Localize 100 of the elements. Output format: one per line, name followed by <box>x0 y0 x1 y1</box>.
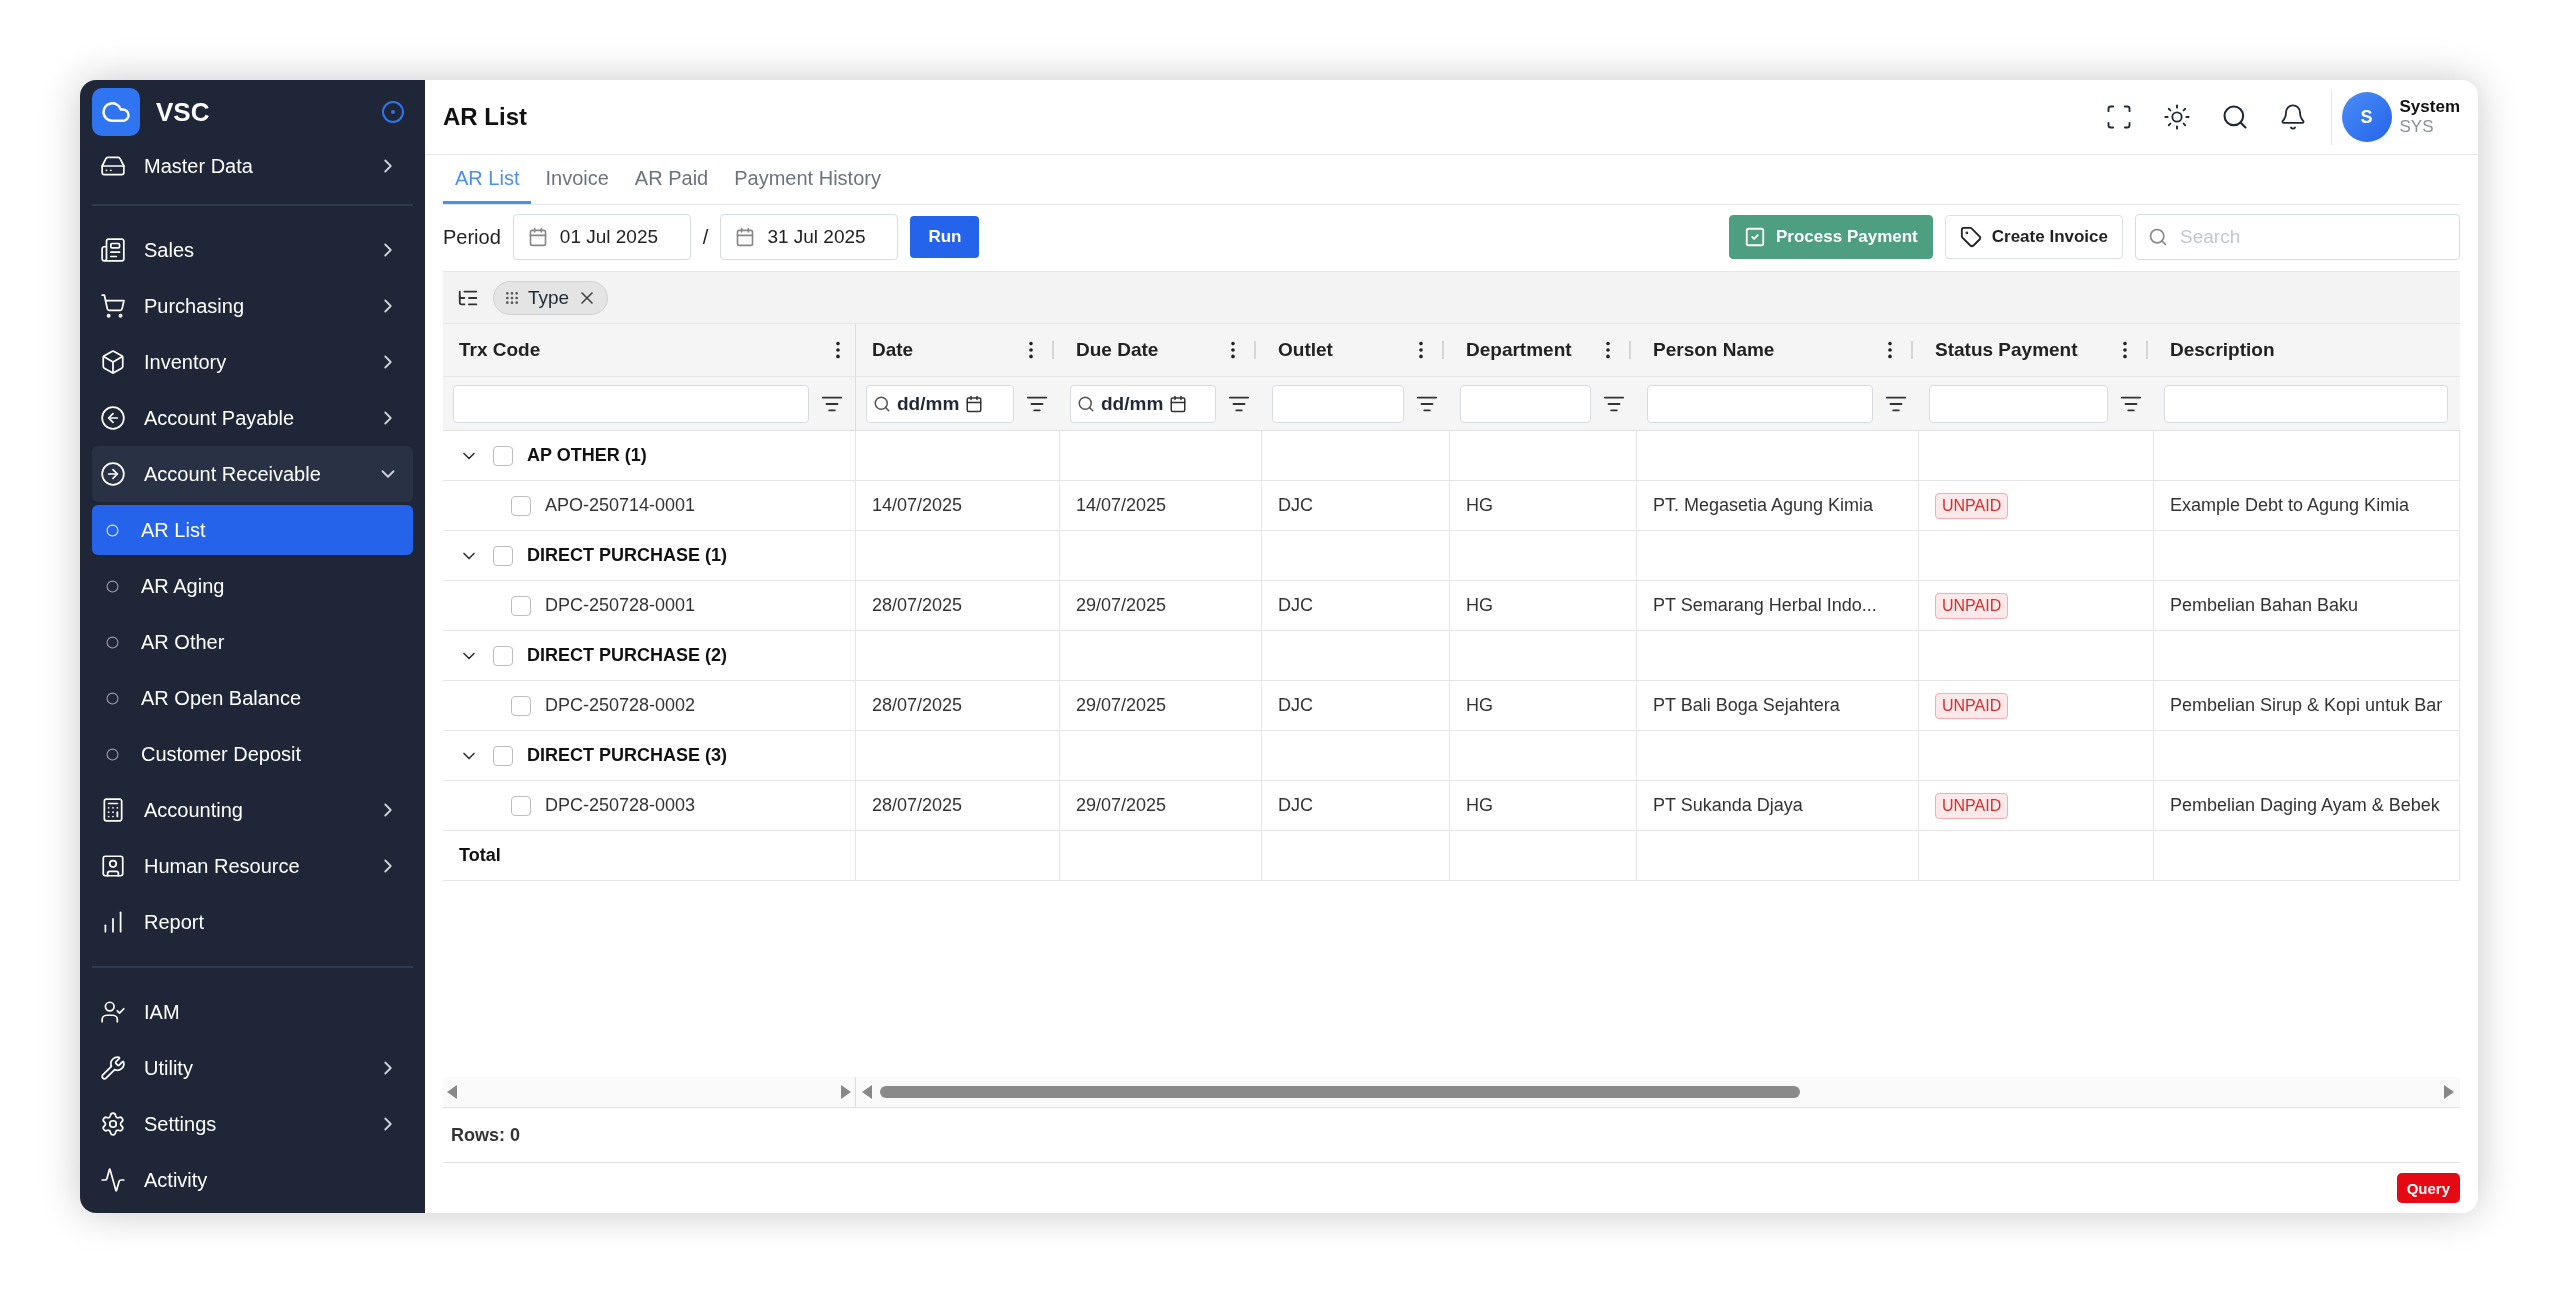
end-date-value: 31 Jul 2025 <box>767 226 866 248</box>
sidebar-subitem[interactable]: Customer Deposit <box>92 729 413 779</box>
column-header[interactable]: Person Name <box>1637 323 1919 376</box>
scroll-right-icon[interactable] <box>841 1085 851 1099</box>
sidebar-item[interactable]: Settings <box>92 1096 413 1152</box>
circle-icon <box>106 747 119 761</box>
box-icon <box>100 349 126 375</box>
table-cell: HG <box>1466 595 1493 616</box>
drive-icon <box>100 153 126 179</box>
run-button[interactable]: Run <box>910 216 980 258</box>
sidebar-item[interactable]: Activity <box>92 1152 413 1208</box>
calendar-icon[interactable] <box>1169 394 1188 413</box>
sidebar-subitem[interactable]: AR Aging <box>92 561 413 611</box>
column-header[interactable]: Status Payment <box>1919 323 2154 376</box>
user-card-icon <box>100 853 126 879</box>
table-cell: HG <box>1466 795 1493 816</box>
table-cell: Pembelian Sirup & Kopi untuk Bar <box>2170 695 2443 716</box>
user-name: System <box>2399 97 2460 117</box>
sidebar-item[interactable]: Purchasing <box>92 278 413 334</box>
group-label: AP OTHER (1) <box>527 445 647 466</box>
sidebar-toggle-icon[interactable] <box>381 100 405 124</box>
scrollbar-thumb[interactable] <box>880 1086 1800 1098</box>
checkbox[interactable] <box>511 695 531 716</box>
column-filter-field[interactable] <box>2164 384 2448 423</box>
calendar-icon <box>527 227 548 247</box>
tab[interactable]: Invoice <box>533 155 621 204</box>
search-icon[interactable] <box>2220 103 2249 131</box>
checkbox[interactable] <box>493 445 513 466</box>
column-filter-field[interactable] <box>1929 384 2108 423</box>
sidebar-item[interactable]: Master Data <box>92 144 413 188</box>
table-cell: DJC <box>1278 795 1313 816</box>
table-cell: PT Bali Boga Sejahtera <box>1653 695 1840 716</box>
circle-icon <box>106 635 119 649</box>
column-filter-field[interactable] <box>453 384 809 423</box>
sidebar-subitem[interactable]: AR List <box>92 505 413 555</box>
table-cell: DJC <box>1278 495 1313 516</box>
scroll-left-icon[interactable] <box>447 1085 457 1099</box>
checkbox[interactable] <box>493 645 513 666</box>
checkbox[interactable] <box>493 545 513 566</box>
checkbox[interactable] <box>511 795 531 816</box>
query-button[interactable]: Query <box>2396 1173 2460 1203</box>
table-cell: 29/07/2025 <box>1076 595 1167 616</box>
cart-icon <box>100 293 126 319</box>
column-filter-field[interactable] <box>1647 384 1873 423</box>
date-filter-field[interactable]: dd/mm <box>866 384 1014 423</box>
table-cell: PT Sukanda Djaya <box>1653 795 1803 816</box>
group-label: DIRECT PURCHASE (3) <box>527 745 727 766</box>
column-header[interactable]: Trx Code <box>443 323 856 376</box>
checkbox-icon <box>1744 226 1766 248</box>
sidebar-item[interactable]: Sales <box>92 222 413 278</box>
circle-icon <box>106 691 119 705</box>
arrow-left-circle-icon <box>100 405 126 431</box>
sidebar-subitem[interactable]: AR Open Balance <box>92 673 413 723</box>
sidebar-item[interactable]: Report <box>92 894 413 950</box>
column-filter-field[interactable] <box>1460 384 1591 423</box>
sidebar-item[interactable]: Inventory <box>92 334 413 390</box>
start-date-field[interactable]: 01 Jul 2025 <box>512 214 691 260</box>
scroll-left-icon[interactable] <box>862 1085 872 1099</box>
sidebar-item[interactable]: IAM <box>92 984 413 1040</box>
table-cell: DPC-250728-0002 <box>545 695 696 716</box>
status-tag: UNPAID <box>1935 692 2009 719</box>
table-cell: DPC-250728-0003 <box>545 795 696 816</box>
sun-icon[interactable] <box>2162 103 2191 131</box>
logo-icon <box>92 88 140 136</box>
column-header[interactable]: Outlet <box>1262 323 1450 376</box>
table-cell: DJC <box>1278 595 1313 616</box>
column-header[interactable]: Department <box>1450 323 1637 376</box>
newspaper-icon <box>100 237 126 263</box>
user-role: SYS <box>2399 117 2435 137</box>
sidebar-item[interactable]: Account Payable <box>92 390 413 446</box>
checkbox[interactable] <box>493 745 513 766</box>
circle-icon <box>106 523 119 537</box>
search-icon <box>1077 394 1095 413</box>
end-date-field[interactable]: 31 Jul 2025 <box>720 214 899 260</box>
period-label: Period <box>443 225 501 249</box>
sidebar-item[interactable]: Utility <box>92 1040 413 1096</box>
calendar-icon[interactable] <box>965 394 984 413</box>
table-cell: DJC <box>1278 695 1313 716</box>
table-cell: DPC-250728-0001 <box>545 595 696 616</box>
column-header[interactable]: Due Date <box>1060 323 1262 376</box>
checkbox[interactable] <box>511 495 531 516</box>
scroll-right-icon[interactable] <box>2444 1085 2454 1099</box>
group-chip[interactable]: Type <box>493 280 609 315</box>
sidebar-item[interactable]: Account Receivable <box>92 446 413 502</box>
sidebar-item[interactable]: Accounting <box>92 782 413 838</box>
create-invoice-button[interactable]: Create Invoice <box>1944 215 2123 259</box>
drag-handle-icon[interactable] <box>504 289 520 306</box>
user-avatar[interactable]: S <box>2341 92 2392 142</box>
column-header[interactable]: Date <box>856 323 1060 376</box>
sidebar-item[interactable]: Human Resource <box>92 838 413 894</box>
horizontal-scrollbar[interactable] <box>443 1077 2460 1107</box>
checkbox[interactable] <box>511 595 531 616</box>
start-date-value: 01 Jul 2025 <box>559 226 659 248</box>
search-field[interactable]: Search <box>2135 214 2460 260</box>
column-header[interactable]: Description <box>2154 323 2460 376</box>
date-filter-field[interactable]: dd/mm <box>1070 384 1216 423</box>
tab[interactable]: Payment History <box>722 155 893 204</box>
column-filter-field[interactable] <box>1272 384 1404 423</box>
tab[interactable]: AR Paid <box>622 155 721 204</box>
sidebar-subitem[interactable]: AR Other <box>92 617 413 667</box>
